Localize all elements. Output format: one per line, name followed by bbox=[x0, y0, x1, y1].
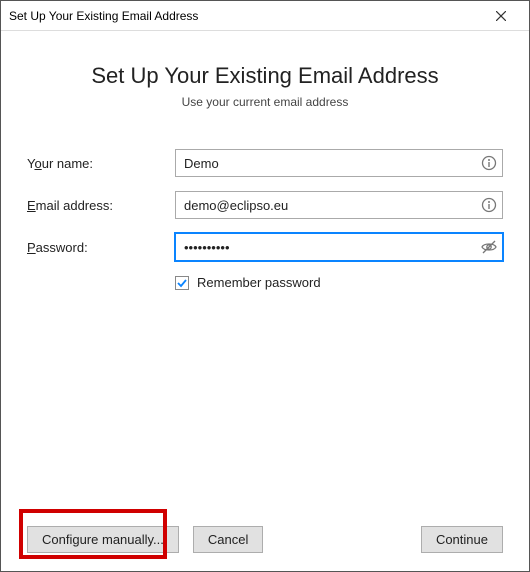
remember-row: Remember password bbox=[175, 275, 503, 290]
configure-manually-button[interactable]: Configure manually... bbox=[27, 526, 179, 553]
close-icon bbox=[496, 11, 506, 21]
titlebar: Set Up Your Existing Email Address bbox=[1, 1, 529, 31]
checkmark-icon bbox=[177, 278, 187, 288]
remember-checkbox[interactable] bbox=[175, 276, 189, 290]
page-heading: Set Up Your Existing Email Address bbox=[27, 63, 503, 89]
cancel-button[interactable]: Cancel bbox=[193, 526, 263, 553]
close-button[interactable] bbox=[481, 2, 521, 30]
window-title: Set Up Your Existing Email Address bbox=[9, 9, 481, 23]
name-label: Your name: bbox=[27, 156, 175, 171]
email-input-wrap bbox=[175, 191, 503, 219]
name-input[interactable] bbox=[175, 149, 503, 177]
password-row: Password: bbox=[27, 233, 503, 261]
name-row: Your name: bbox=[27, 149, 503, 177]
email-row: Email address: bbox=[27, 191, 503, 219]
password-label: Password: bbox=[27, 240, 175, 255]
password-input-wrap bbox=[175, 233, 503, 261]
info-icon[interactable] bbox=[481, 155, 497, 171]
continue-button[interactable]: Continue bbox=[421, 526, 503, 553]
remember-label: Remember password bbox=[197, 275, 321, 290]
dialog-content: Set Up Your Existing Email Address Use y… bbox=[1, 31, 529, 310]
name-input-wrap bbox=[175, 149, 503, 177]
button-bar: Configure manually... Cancel Continue bbox=[1, 526, 529, 553]
page-subheading: Use your current email address bbox=[27, 95, 503, 109]
button-group-left: Configure manually... Cancel bbox=[27, 526, 263, 553]
email-label: Email address: bbox=[27, 198, 175, 213]
eye-off-icon[interactable] bbox=[481, 239, 497, 255]
info-icon[interactable] bbox=[481, 197, 497, 213]
password-input[interactable] bbox=[175, 233, 503, 261]
email-input[interactable] bbox=[175, 191, 503, 219]
